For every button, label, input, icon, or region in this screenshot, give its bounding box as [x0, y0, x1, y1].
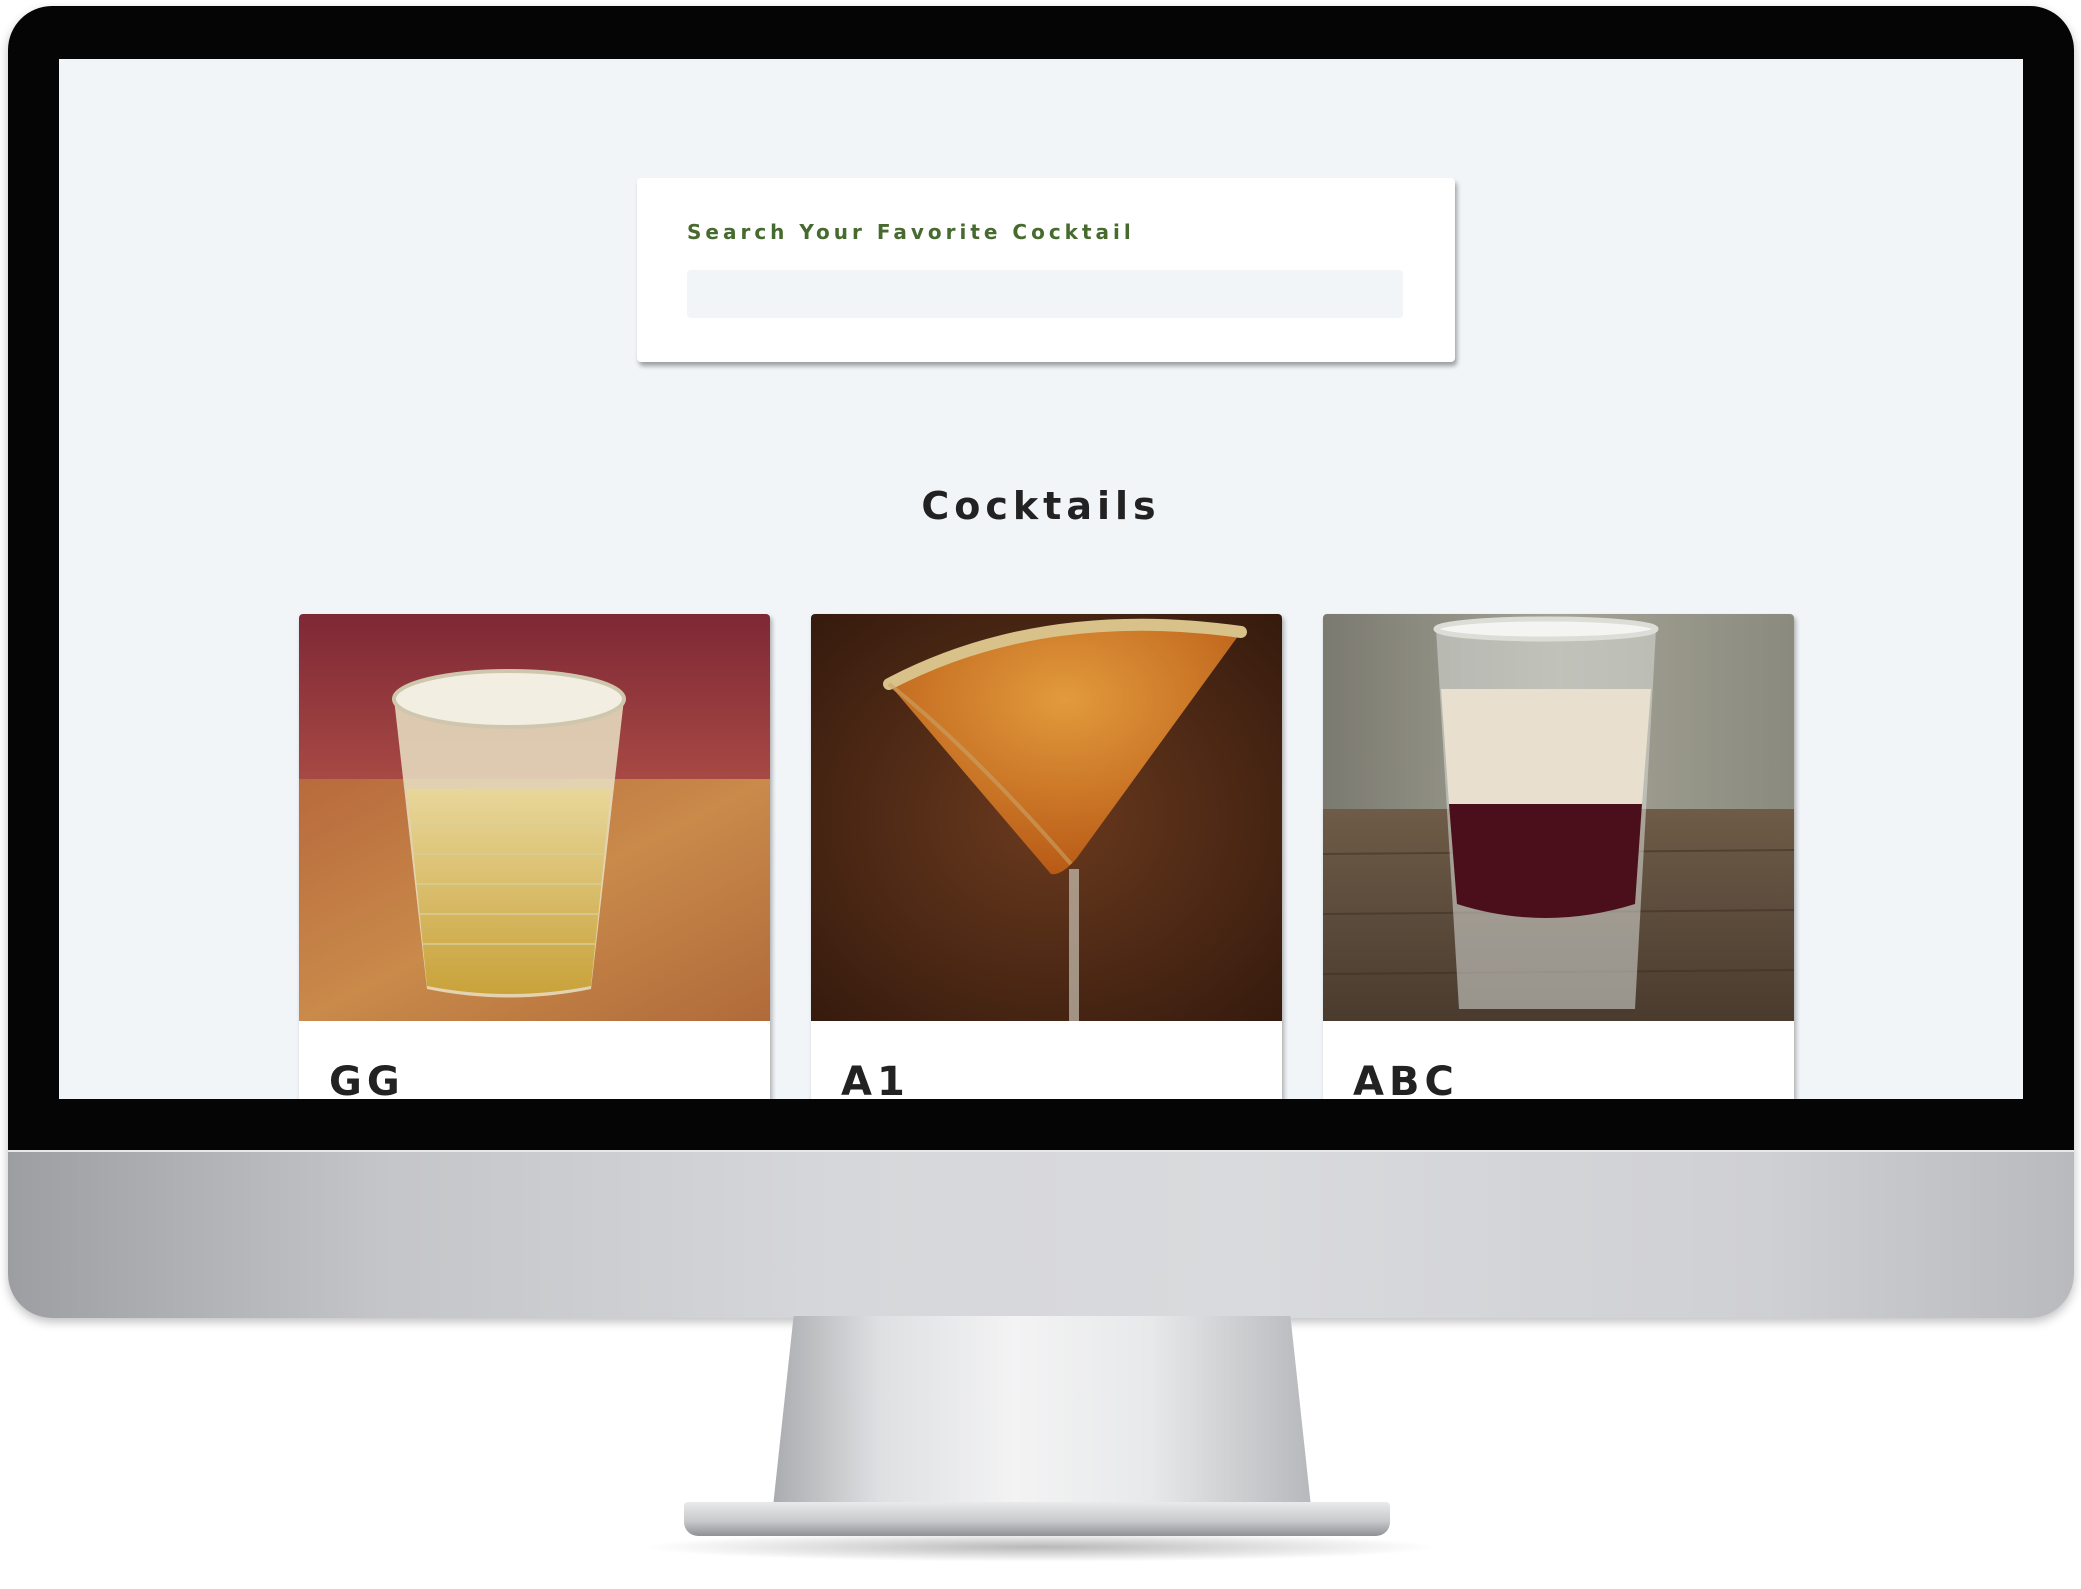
monitor-chin — [8, 1150, 2074, 1318]
screen: Search Your Favorite Cocktail Cocktails — [59, 59, 2023, 1099]
monitor-frame: Search Your Favorite Cocktail Cocktails — [8, 6, 2074, 1318]
monitor-stand-neck — [772, 1316, 1312, 1516]
section-title: Cocktails — [921, 484, 1161, 528]
cocktail-list: GG A1 ABC — [299, 614, 1794, 1099]
cocktail-card[interactable]: A1 — [811, 614, 1282, 1099]
monitor-base-shadow — [640, 1532, 1440, 1562]
cocktail-name: ABC — [1353, 1059, 1459, 1099]
search-input[interactable] — [687, 270, 1403, 318]
cocktail-image[interactable] — [299, 614, 770, 1021]
cocktail-image[interactable] — [811, 614, 1282, 1021]
cocktail-card[interactable]: ABC — [1323, 614, 1794, 1099]
search-label: Search Your Favorite Cocktail — [687, 220, 1135, 244]
cocktail-card[interactable]: GG — [299, 614, 770, 1099]
cocktail-name: GG — [329, 1059, 405, 1099]
cocktail-name: A1 — [841, 1059, 910, 1099]
monitor-stand-base — [684, 1502, 1390, 1536]
cocktail-image[interactable] — [1323, 614, 1794, 1021]
search-form: Search Your Favorite Cocktail — [637, 178, 1455, 362]
